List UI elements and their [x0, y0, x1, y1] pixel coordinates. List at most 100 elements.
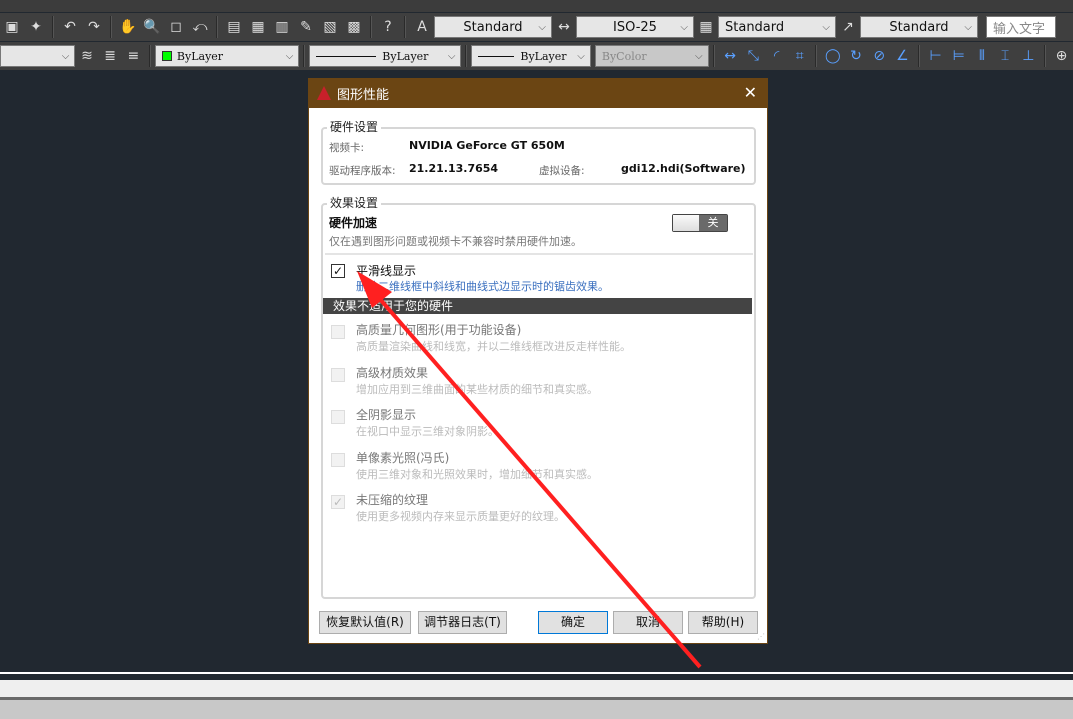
layer-select[interactable]: ⌵ — [0, 45, 76, 67]
search-input[interactable]: 输入文字 — [986, 16, 1056, 38]
dim-diameter-icon[interactable]: ⊘ — [870, 46, 889, 66]
dim-continue-icon[interactable]: ⫴ — [972, 46, 991, 66]
separator — [465, 45, 468, 67]
mleader-style-select[interactable]: Standard ⌵ — [860, 16, 978, 38]
video-card-value: NVIDIA GeForce GT 650M — [409, 139, 565, 152]
effect-desc: 在视口中显示三维对象阴影。 — [356, 425, 499, 438]
smooth-line-desc: 删除二维线框中斜线和曲线式边显示时的锯齿效果。 — [356, 280, 609, 293]
hardware-group: 硬件设置 视频卡: NVIDIA GeForce GT 650M 驱动程序版本:… — [321, 118, 756, 185]
color-swatch — [161, 51, 172, 61]
resize-grip-icon[interactable]: ⋰ — [757, 632, 765, 641]
tolerance-icon[interactable]: ⊕ — [1052, 46, 1071, 66]
pan-hand-icon[interactable]: ✋ — [118, 17, 138, 37]
smooth-line-title: 平滑线显示 — [356, 264, 417, 278]
effect-desc: 使用三维对象和光照效果时，增加细节和真实感。 — [356, 467, 598, 481]
layer-states-icon[interactable]: ≡ — [124, 46, 143, 66]
table-style-icon[interactable]: ▦ — [696, 17, 716, 37]
cancel-button[interactable]: 取消 — [613, 611, 683, 634]
chevron-down-icon: ⌵ — [680, 21, 688, 33]
quick-dim-icon[interactable]: ⊢ — [926, 46, 945, 66]
table-style-select[interactable]: Standard ⌵ — [718, 16, 836, 38]
smooth-line-checkbox[interactable]: ✓ — [331, 264, 345, 278]
separator — [303, 45, 306, 67]
effect-desc: 使用更多视频内存来显示质量更好的纹理。 — [356, 510, 565, 523]
lineweight-select[interactable]: ByLayer ⌵ — [471, 45, 591, 67]
dim-baseline-icon[interactable]: ⊨ — [949, 46, 968, 66]
chevron-down-icon: ⌵ — [964, 21, 972, 33]
dialog-titlebar[interactable]: 图形性能 ✕ — [309, 78, 767, 108]
status-bar — [0, 700, 1073, 719]
redo-icon[interactable]: ↷ — [84, 17, 104, 37]
layer-properties-icon[interactable]: ≋ — [77, 46, 96, 66]
dialog-title: 图形性能 — [337, 87, 390, 103]
effect-title: 高质量几何图形(用于功能设备) — [356, 323, 522, 337]
linetype-value: ByLayer — [382, 49, 429, 63]
zoom-window-icon[interactable]: ◻ — [166, 17, 186, 37]
dim-style-select[interactable]: ISO-25 ⌵ — [576, 16, 694, 38]
dim-aligned-icon[interactable]: ⤡ — [744, 46, 763, 66]
dim-linear-icon[interactable]: ↔ — [721, 46, 740, 66]
graphics-performance-dialog: 图形性能 ✕ 硬件设置 视频卡: NVIDIA GeForce GT 650M … — [308, 78, 768, 644]
markup-icon[interactable]: ▧ — [320, 17, 340, 37]
effect-title: 全阴影显示 — [356, 408, 417, 422]
chevron-down-icon: ⌵ — [822, 21, 830, 33]
effect-desc: 增加应用到三维曲面的某些材质的细节和真实感。 — [356, 382, 598, 396]
help-icon[interactable]: ? — [378, 17, 398, 37]
save-icon[interactable]: ▣ — [2, 17, 22, 37]
effect-checkbox — [331, 325, 345, 339]
ok-button[interactable]: 确定 — [538, 611, 608, 634]
chevron-down-icon: ⌵ — [538, 21, 546, 33]
line-sample — [478, 55, 515, 57]
effect-title: 未压缩的纹理 — [356, 493, 429, 507]
separator — [216, 16, 218, 38]
separator — [110, 16, 112, 38]
color-select[interactable]: ByLayer ⌵ — [154, 45, 300, 67]
zoom-realtime-icon[interactable]: 🔍 — [142, 17, 162, 37]
tuner-log-button[interactable]: 调节器日志(T) — [418, 611, 507, 634]
chevron-down-icon: ⌵ — [285, 50, 294, 62]
dim-radius-icon[interactable]: ◯ — [823, 46, 842, 66]
zoom-previous-icon[interactable]: ⤺ — [190, 17, 210, 37]
chevron-down-icon: ⌵ — [447, 50, 456, 62]
virtual-device-value: gdi12.hdi(Software) — [621, 162, 746, 175]
hw-accel-desc: 仅在遇到图形问题或视频卡不兼容时禁用硬件加速。 — [329, 235, 582, 248]
lineweight-value: ByLayer — [520, 49, 567, 63]
text-style-select[interactable]: Standard ⌵ — [434, 16, 552, 38]
text-style-icon[interactable]: A — [412, 17, 432, 37]
line-sample — [316, 55, 377, 57]
sheet-set-icon[interactable]: ✎ — [296, 17, 316, 37]
dim-space-icon[interactable]: ⌶ — [996, 46, 1015, 66]
canvas-border — [0, 672, 1073, 674]
undo-icon[interactable]: ↶ — [60, 17, 80, 37]
tool-palettes-icon[interactable]: ▥ — [272, 17, 292, 37]
toolbar-properties: ⌵ ≋ ≣ ≡ ByLayer ⌵ ByLayer ⌵ ByLayer ⌵ ByCol… — [0, 42, 1073, 70]
layer-previous-icon[interactable]: ≣ — [101, 46, 120, 66]
search-placeholder: 输入文字 — [993, 21, 1046, 37]
dim-style-icon[interactable]: ↔ — [554, 17, 574, 37]
design-center-icon[interactable]: ▦ — [248, 17, 268, 37]
hw-accel-toggle[interactable]: 关 — [672, 214, 728, 232]
restore-defaults-button[interactable]: 恢复默认值(R) — [319, 611, 411, 634]
command-line[interactable] — [0, 680, 1073, 697]
properties-icon[interactable]: ▤ — [224, 17, 244, 37]
dim-arc-icon[interactable]: ◜ — [767, 46, 786, 66]
dim-break-icon[interactable]: ⊥ — [1019, 46, 1038, 66]
effects-legend: 效果设置 — [327, 194, 382, 211]
dim-ordinate-icon[interactable]: ⌗ — [790, 46, 809, 66]
dim-jogged-icon[interactable]: ↻ — [846, 46, 865, 66]
linetype-select[interactable]: ByLayer ⌵ — [309, 45, 462, 67]
separator — [404, 16, 406, 38]
dim-angular-icon[interactable]: ∠ — [893, 46, 912, 66]
separator — [370, 16, 372, 38]
publish-icon[interactable]: ✦ — [26, 17, 46, 37]
text-style-value: Standard — [463, 19, 523, 35]
effect-title: 单像素光照(冯氏) — [356, 450, 450, 465]
separator — [148, 45, 151, 67]
close-icon[interactable]: ✕ — [744, 83, 757, 102]
calculator-icon[interactable]: ▩ — [344, 17, 364, 37]
help-button[interactable]: 帮助(H) — [688, 611, 758, 634]
separator — [712, 45, 715, 67]
toolbar-standard: ▣ ✦ ↶ ↷ ✋ 🔍 ◻ ⤺ ▤ ▦ ▥ ✎ ▧ ▩ ? A Standard… — [0, 13, 1073, 41]
mleader-style-icon[interactable]: ↗ — [838, 17, 858, 37]
chevron-down-icon: ⌵ — [61, 50, 70, 62]
